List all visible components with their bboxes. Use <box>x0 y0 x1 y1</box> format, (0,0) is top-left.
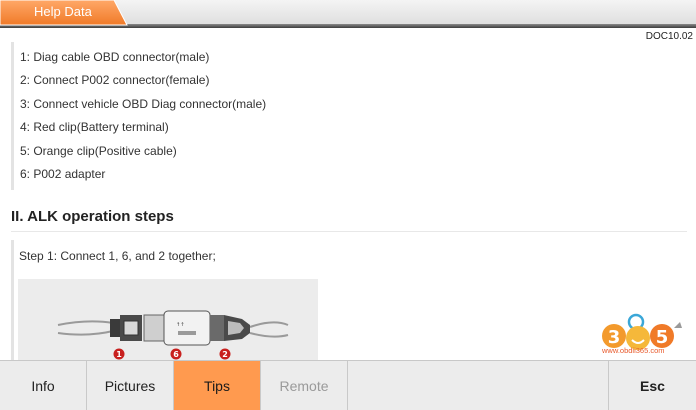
diagram-marker-6: 6 <box>170 348 182 360</box>
svg-text:3: 3 <box>608 327 621 348</box>
svg-text:2: 2 <box>222 350 228 359</box>
diagram-marker-1: 1 <box>113 348 125 360</box>
tab-help-data[interactable]: Help Data <box>0 0 128 28</box>
list-item: 5: Orange clip(Positive cable) <box>20 143 177 158</box>
pictures-button[interactable]: Pictures <box>87 361 174 410</box>
step-1-text: Step 1: Connect 1, 6, and 2 together; <box>19 249 216 263</box>
list-item: 2: Connect P002 connector(female) <box>20 73 210 88</box>
list-item: 3: Connect vehicle OBD Diag connector(ma… <box>20 96 267 111</box>
svg-text:5: 5 <box>656 327 669 348</box>
document-code: DOC10.02 <box>645 31 693 42</box>
diagram-marker-2: 2 <box>219 348 231 360</box>
bottom-toolbar: Info Pictures Tips Remote Esc <box>0 360 696 410</box>
list-item: 6: P002 adapter <box>20 166 106 181</box>
tab-help-data-label: Help Data <box>34 4 92 19</box>
help-content[interactable]: DOC10.02 1: Diag cable OBD connector(mal… <box>0 28 696 360</box>
watermark-logo: 3 5 www.obdii365.com <box>594 298 686 358</box>
list-item: 4: Red clip(Battery terminal) <box>20 120 169 135</box>
svg-text:6: 6 <box>173 350 179 359</box>
remote-button[interactable]: Remote <box>261 361 348 410</box>
svg-text:1: 1 <box>116 350 122 359</box>
svg-text:↑↑: ↑↑ <box>176 322 184 328</box>
connector-diagram-image: ↑↑ 1 6 2 <box>18 279 318 360</box>
connector-diagram: ↑↑ 1 6 2 <box>57 310 289 360</box>
esc-button[interactable]: Esc <box>608 361 696 410</box>
watermark-url: www.obdii365.com <box>602 346 665 355</box>
list-item: 1: Diag cable OBD connector(male) <box>20 50 210 64</box>
tips-button[interactable]: Tips <box>174 361 261 410</box>
parts-list: 1: Diag cable OBD connector(male) 2: Con… <box>11 42 687 191</box>
section-heading: II. ALK operation steps <box>11 208 687 232</box>
top-tab-bar: Help Data <box>0 0 696 29</box>
info-button[interactable]: Info <box>0 361 87 410</box>
